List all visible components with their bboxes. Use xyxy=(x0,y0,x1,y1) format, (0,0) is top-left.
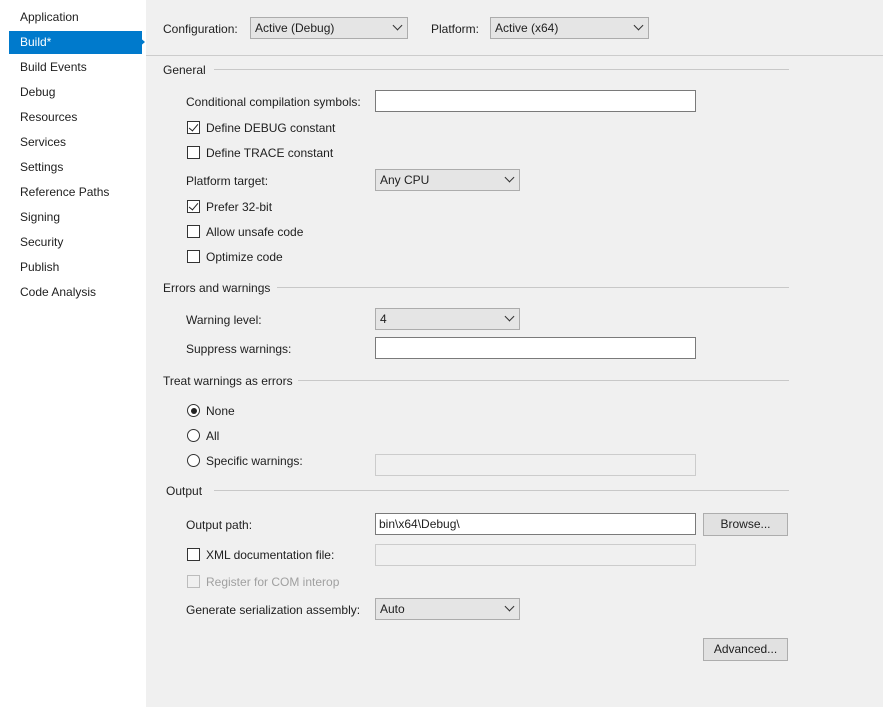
checkmark-icon xyxy=(188,200,199,211)
general-section-header: General xyxy=(163,63,206,77)
radio-selected-dot-icon xyxy=(190,407,197,414)
serialization-dropdown[interactable]: Auto xyxy=(375,598,520,620)
output-path-label: Output path: xyxy=(186,518,253,532)
configuration-value: Active (Debug) xyxy=(255,21,335,35)
platform-target-value: Any CPU xyxy=(380,173,430,187)
specific-warnings-input[interactable] xyxy=(375,454,696,476)
conditional-symbols-label: Conditional compilation symbols: xyxy=(186,95,361,109)
sidebar-item-application[interactable]: Application xyxy=(9,6,142,29)
platform-dropdown[interactable]: Active (x64) xyxy=(490,17,649,39)
general-section-divider xyxy=(214,69,789,70)
chevron-down-icon xyxy=(499,170,519,190)
xml-doc-input[interactable] xyxy=(375,544,696,566)
platform-label: Platform: xyxy=(431,22,480,36)
sidebar-item-reference-paths[interactable]: Reference Paths xyxy=(9,181,142,204)
xml-doc-checkbox[interactable] xyxy=(187,548,200,561)
com-interop-checkbox[interactable] xyxy=(187,575,200,588)
treat-none-radio[interactable] xyxy=(187,404,200,417)
errors-section-header: Errors and warnings xyxy=(163,281,271,295)
toolbar-divider xyxy=(146,55,883,56)
serialization-value: Auto xyxy=(380,602,405,616)
active-item-arrow-icon xyxy=(138,36,145,48)
chevron-down-icon xyxy=(387,18,407,38)
sidebar-item-settings[interactable]: Settings xyxy=(9,156,142,179)
treat-all-label: All xyxy=(206,429,220,443)
warning-level-label: Warning level: xyxy=(186,313,262,327)
sidebar-item-services[interactable]: Services xyxy=(9,131,142,154)
serialization-label: Generate serialization assembly: xyxy=(186,603,361,617)
treat-warnings-section-header: Treat warnings as errors xyxy=(163,374,293,388)
configuration-dropdown[interactable]: Active (Debug) xyxy=(250,17,408,39)
sidebar-item-signing[interactable]: Signing xyxy=(9,206,142,229)
configuration-label: Configuration: xyxy=(163,22,238,36)
com-interop-label: Register for COM interop xyxy=(206,575,340,589)
chevron-down-icon xyxy=(628,18,648,38)
define-debug-checkbox[interactable] xyxy=(187,121,200,134)
treat-warnings-section-divider xyxy=(298,380,789,381)
platform-value: Active (x64) xyxy=(495,21,559,35)
warning-level-value: 4 xyxy=(380,312,387,326)
define-trace-label: Define TRACE constant xyxy=(206,146,334,160)
allow-unsafe-label: Allow unsafe code xyxy=(206,225,304,239)
sidebar-item-debug[interactable]: Debug xyxy=(9,81,142,104)
sidebar-item-resources[interactable]: Resources xyxy=(9,106,142,129)
build-properties-panel: Configuration: Active (Debug) Platform: … xyxy=(146,0,883,707)
sidebar-item-build[interactable]: Build* xyxy=(9,31,142,54)
define-trace-checkbox[interactable] xyxy=(187,146,200,159)
xml-doc-label: XML documentation file: xyxy=(206,548,335,562)
output-path-input[interactable]: bin\x64\Debug\ xyxy=(375,513,696,535)
errors-section-divider xyxy=(277,287,789,288)
treat-specific-radio[interactable] xyxy=(187,454,200,467)
treat-all-radio[interactable] xyxy=(187,429,200,442)
browse-button[interactable]: Browse... xyxy=(703,513,788,536)
checkmark-icon xyxy=(188,121,199,132)
prefer-32bit-label: Prefer 32-bit xyxy=(206,200,273,214)
sidebar-item-publish[interactable]: Publish xyxy=(9,256,142,279)
chevron-down-icon xyxy=(499,309,519,329)
sidebar-item-build-events[interactable]: Build Events xyxy=(9,56,142,79)
sidebar-item-security[interactable]: Security xyxy=(9,231,142,254)
platform-target-dropdown[interactable]: Any CPU xyxy=(375,169,520,191)
sidebar-nav: Application Build* Build Events Debug Re… xyxy=(0,0,146,707)
optimize-code-label: Optimize code xyxy=(206,250,283,264)
optimize-code-checkbox[interactable] xyxy=(187,250,200,263)
allow-unsafe-checkbox[interactable] xyxy=(187,225,200,238)
treat-specific-label: Specific warnings: xyxy=(206,454,303,468)
output-section-header: Output xyxy=(166,484,203,498)
define-debug-label: Define DEBUG constant xyxy=(206,121,336,135)
suppress-warnings-input[interactable] xyxy=(375,337,696,359)
conditional-symbols-input[interactable] xyxy=(375,90,696,112)
warning-level-dropdown[interactable]: 4 xyxy=(375,308,520,330)
suppress-warnings-label: Suppress warnings: xyxy=(186,342,292,356)
sidebar-item-code-analysis[interactable]: Code Analysis xyxy=(9,281,142,304)
platform-target-label: Platform target: xyxy=(186,174,269,188)
chevron-down-icon xyxy=(499,599,519,619)
output-section-divider xyxy=(214,490,789,491)
advanced-button[interactable]: Advanced... xyxy=(703,638,788,661)
prefer-32bit-checkbox[interactable] xyxy=(187,200,200,213)
treat-none-label: None xyxy=(206,404,235,418)
